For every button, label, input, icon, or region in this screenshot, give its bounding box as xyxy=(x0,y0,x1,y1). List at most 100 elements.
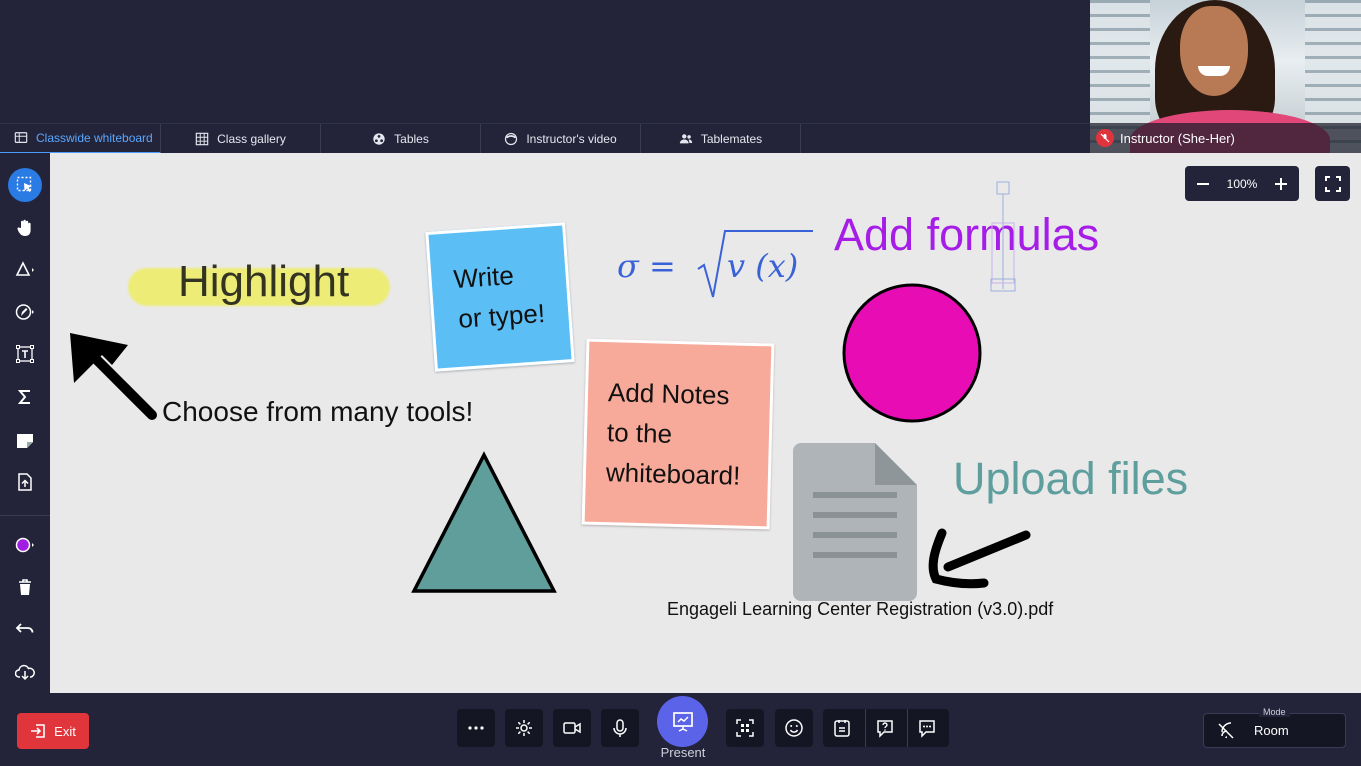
tab-classwide-whiteboard[interactable]: Classwide whiteboard xyxy=(0,124,161,154)
qr-code-icon xyxy=(736,719,754,737)
selection-handles[interactable] xyxy=(988,181,1020,295)
mic-off-icon xyxy=(1096,129,1114,147)
microphone-button[interactable] xyxy=(601,709,639,747)
note-line: or type! xyxy=(457,297,546,334)
instructor-video[interactable]: Instructor (She-Her) xyxy=(1090,0,1361,153)
instructor-icon xyxy=(505,132,518,146)
instructor-face xyxy=(1180,6,1248,96)
hand-icon xyxy=(17,219,31,236)
download-button[interactable] xyxy=(8,655,42,689)
camera-icon xyxy=(563,722,581,734)
present-label: Present xyxy=(660,745,706,760)
whiteboard-icon xyxy=(14,132,28,143)
present-button[interactable] xyxy=(657,696,708,747)
text-tool-button[interactable] xyxy=(8,337,42,371)
tables-icon xyxy=(373,133,385,145)
zoom-out-button[interactable] xyxy=(1195,177,1211,191)
select-tool-button[interactable] xyxy=(8,168,42,202)
select-icon xyxy=(16,176,32,192)
zoom-in-button[interactable] xyxy=(1273,177,1289,191)
pen-tool-button[interactable] xyxy=(8,295,42,329)
settings-button[interactable] xyxy=(505,709,543,747)
communication-group xyxy=(823,709,949,747)
questions-button[interactable] xyxy=(875,718,895,743)
upload-icon xyxy=(18,473,32,491)
upload-tool-button[interactable] xyxy=(8,465,42,499)
sticky-note-blue[interactable]: Write or type! xyxy=(425,222,575,372)
tab-tablemates[interactable]: Tablemates xyxy=(641,124,801,154)
note-icon xyxy=(17,434,33,448)
file-name: Engageli Learning Center Registration (v… xyxy=(667,599,1054,619)
formula-tool-button[interactable] xyxy=(8,380,42,414)
reactions-button[interactable] xyxy=(775,709,813,747)
instructor-smile xyxy=(1198,66,1230,76)
fullscreen-button[interactable] xyxy=(1315,166,1350,201)
tab-label: Instructor's video xyxy=(526,132,617,146)
video-caption: Instructor (She-Her) xyxy=(1090,123,1361,153)
note-line: to the xyxy=(606,417,673,449)
exit-icon xyxy=(31,724,45,738)
trash-icon xyxy=(19,579,31,595)
view-tabs: Classwide whiteboard Class gallery Table… xyxy=(0,123,1090,154)
circle-shape[interactable] xyxy=(840,281,984,425)
qr-code-button[interactable] xyxy=(726,709,764,747)
highlight-text: Highlight xyxy=(178,257,350,306)
microphone-icon xyxy=(613,719,627,737)
more-button[interactable] xyxy=(457,709,495,747)
tab-label: Tablemates xyxy=(700,132,763,146)
formula-icon xyxy=(17,390,30,404)
exit-label: Exit xyxy=(54,723,76,739)
add-formulas-text: Add formulas xyxy=(834,209,1100,260)
note-tool-button[interactable] xyxy=(8,423,42,457)
whiteboard-canvas[interactable]: 100% Highlight Choose from many tools! W… xyxy=(50,153,1361,693)
arrow-drawing xyxy=(70,333,157,420)
camera-button[interactable] xyxy=(553,709,591,747)
pen-icon xyxy=(15,304,34,320)
hand-tool-button[interactable] xyxy=(8,211,42,245)
tab-label: Tables xyxy=(394,132,429,146)
undo-button[interactable] xyxy=(8,612,42,646)
zoom-control: 100% xyxy=(1185,166,1299,201)
divider xyxy=(865,709,866,747)
fullscreen-icon xyxy=(1324,175,1341,192)
color-picker-button[interactable] xyxy=(8,528,42,562)
tab-instructors-video[interactable]: Instructor's video xyxy=(481,124,641,154)
tab-label: Classwide whiteboard xyxy=(36,131,153,145)
note-line: Add Notes xyxy=(607,377,730,411)
pdf-file-icon[interactable] xyxy=(793,443,918,601)
chat-button[interactable] xyxy=(917,718,937,743)
formula-lhs: σ xyxy=(617,247,639,285)
mode-value: Room xyxy=(1254,723,1289,738)
grid-icon xyxy=(195,132,209,146)
tab-class-gallery[interactable]: Class gallery xyxy=(161,124,321,154)
tab-label: Class gallery xyxy=(217,132,286,146)
divider xyxy=(907,709,908,747)
app-window: Classwide whiteboard Class gallery Table… xyxy=(0,0,1361,766)
shapes-tool-button[interactable] xyxy=(8,253,42,287)
color-icon xyxy=(15,537,34,553)
mode-selector[interactable]: Room xyxy=(1203,713,1346,748)
more-icon xyxy=(468,726,484,730)
mode-label: Mode xyxy=(1259,707,1290,717)
download-icon xyxy=(15,664,35,681)
people-icon xyxy=(679,134,692,144)
question-icon xyxy=(877,720,893,738)
choose-tools-text: Choose from many tools! xyxy=(162,396,474,427)
note-line: Write xyxy=(452,260,515,295)
toolbar-divider xyxy=(0,515,50,516)
tab-tables[interactable]: Tables xyxy=(321,124,481,154)
poll-button[interactable] xyxy=(832,718,852,743)
text-icon xyxy=(16,345,34,363)
triangle-shape[interactable] xyxy=(410,449,558,595)
delete-button[interactable] xyxy=(8,570,42,604)
room-mode-icon xyxy=(1218,721,1234,739)
plus-icon xyxy=(1274,177,1287,190)
sticky-note-salmon[interactable]: Add Notes to the whiteboard! xyxy=(581,338,775,530)
note-line: whiteboard! xyxy=(605,457,741,491)
exit-button[interactable]: Exit xyxy=(17,713,89,749)
bottom-bar: Exit Present Room Mode xyxy=(0,693,1361,766)
zoom-level: 100% xyxy=(1226,176,1258,191)
formula-object[interactable]: σ = v (x) xyxy=(615,225,815,305)
upload-files-text: Upload files xyxy=(953,453,1189,504)
top-area xyxy=(0,0,1090,123)
